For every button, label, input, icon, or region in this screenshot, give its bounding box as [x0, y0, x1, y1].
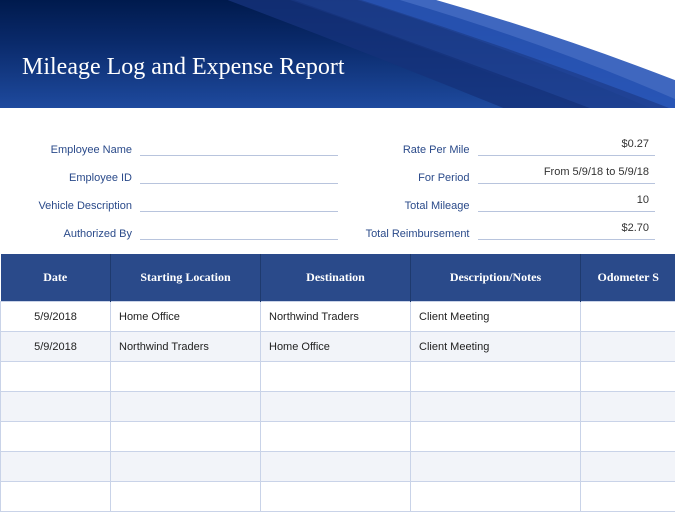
cell-date[interactable] — [1, 422, 111, 452]
table-row — [1, 422, 675, 452]
cell-destination[interactable] — [261, 392, 411, 422]
cell-odometer[interactable] — [581, 422, 675, 452]
label-vehicle-description: Vehicle Description — [20, 200, 140, 212]
label-authorized-by: Authorized By — [20, 228, 140, 240]
meta-row: Total Reimbursement $2.70 — [338, 214, 656, 240]
value-for-period[interactable]: From 5/9/18 to 5/9/18 — [478, 166, 656, 184]
cell-date[interactable] — [1, 362, 111, 392]
col-odometer: Odometer S — [581, 254, 675, 302]
value-employee-id[interactable] — [140, 166, 338, 184]
cell-destination[interactable]: Northwind Traders — [261, 302, 411, 332]
table-row — [1, 362, 675, 392]
table-body: 5/9/2018 Home Office Northwind Traders C… — [1, 302, 675, 512]
label-for-period: For Period — [338, 172, 478, 184]
cell-odometer[interactable] — [581, 482, 675, 512]
table-header-row: Date Starting Location Destination Descr… — [1, 254, 675, 302]
cell-starting-location[interactable] — [111, 362, 261, 392]
cell-starting-location[interactable] — [111, 422, 261, 452]
meta-row: Authorized By — [20, 214, 338, 240]
value-total-mileage: 10 — [478, 194, 656, 212]
cell-description[interactable] — [411, 392, 581, 422]
cell-date[interactable]: 5/9/2018 — [1, 332, 111, 362]
cell-description[interactable] — [411, 422, 581, 452]
label-total-mileage: Total Mileage — [338, 200, 478, 212]
label-employee-id: Employee ID — [20, 172, 140, 184]
meta-row: Employee ID — [20, 158, 338, 184]
report-title: Mileage Log and Expense Report — [22, 54, 345, 81]
cell-date[interactable] — [1, 392, 111, 422]
meta-row: Employee Name — [20, 130, 338, 156]
col-destination: Destination — [261, 254, 411, 302]
value-total-reimbursement: $2.70 — [478, 222, 656, 240]
cell-odometer[interactable] — [581, 302, 675, 332]
cell-description[interactable]: Client Meeting — [411, 302, 581, 332]
col-description-notes: Description/Notes — [411, 254, 581, 302]
cell-starting-location[interactable] — [111, 482, 261, 512]
cell-starting-location[interactable]: Home Office — [111, 302, 261, 332]
cell-starting-location[interactable]: Northwind Traders — [111, 332, 261, 362]
cell-destination[interactable] — [261, 452, 411, 482]
cell-odometer[interactable] — [581, 392, 675, 422]
meta-section: Employee Name Employee ID Vehicle Descri… — [0, 108, 675, 254]
table-row: 5/9/2018 Home Office Northwind Traders C… — [1, 302, 675, 332]
meta-left-column: Employee Name Employee ID Vehicle Descri… — [20, 130, 338, 242]
cell-destination[interactable]: Home Office — [261, 332, 411, 362]
mileage-table: Date Starting Location Destination Descr… — [0, 254, 675, 512]
cell-starting-location[interactable] — [111, 392, 261, 422]
value-vehicle-description[interactable] — [140, 194, 338, 212]
cell-date[interactable] — [1, 452, 111, 482]
table-row: 5/9/2018 Northwind Traders Home Office C… — [1, 332, 675, 362]
cell-odometer[interactable] — [581, 362, 675, 392]
table-row — [1, 482, 675, 512]
label-rate-per-mile: Rate Per Mile — [338, 144, 478, 156]
cell-description[interactable] — [411, 362, 581, 392]
cell-odometer[interactable] — [581, 452, 675, 482]
cell-description[interactable] — [411, 452, 581, 482]
report-banner: Mileage Log and Expense Report — [0, 0, 675, 108]
mileage-table-wrap: Date Starting Location Destination Descr… — [0, 254, 675, 512]
meta-row: Rate Per Mile $0.27 — [338, 130, 656, 156]
meta-row: Total Mileage 10 — [338, 186, 656, 212]
meta-row: Vehicle Description — [20, 186, 338, 212]
value-employee-name[interactable] — [140, 138, 338, 156]
value-rate-per-mile[interactable]: $0.27 — [478, 138, 656, 156]
cell-odometer[interactable] — [581, 332, 675, 362]
cell-description[interactable] — [411, 482, 581, 512]
value-authorized-by[interactable] — [140, 222, 338, 240]
cell-description[interactable]: Client Meeting — [411, 332, 581, 362]
table-row — [1, 452, 675, 482]
table-row — [1, 392, 675, 422]
cell-date[interactable] — [1, 482, 111, 512]
cell-destination[interactable] — [261, 422, 411, 452]
label-total-reimbursement: Total Reimbursement — [338, 228, 478, 240]
col-starting-location: Starting Location — [111, 254, 261, 302]
meta-right-column: Rate Per Mile $0.27 For Period From 5/9/… — [338, 130, 656, 242]
cell-destination[interactable] — [261, 482, 411, 512]
cell-destination[interactable] — [261, 362, 411, 392]
label-employee-name: Employee Name — [20, 144, 140, 156]
cell-date[interactable]: 5/9/2018 — [1, 302, 111, 332]
col-date: Date — [1, 254, 111, 302]
meta-row: For Period From 5/9/18 to 5/9/18 — [338, 158, 656, 184]
cell-starting-location[interactable] — [111, 452, 261, 482]
